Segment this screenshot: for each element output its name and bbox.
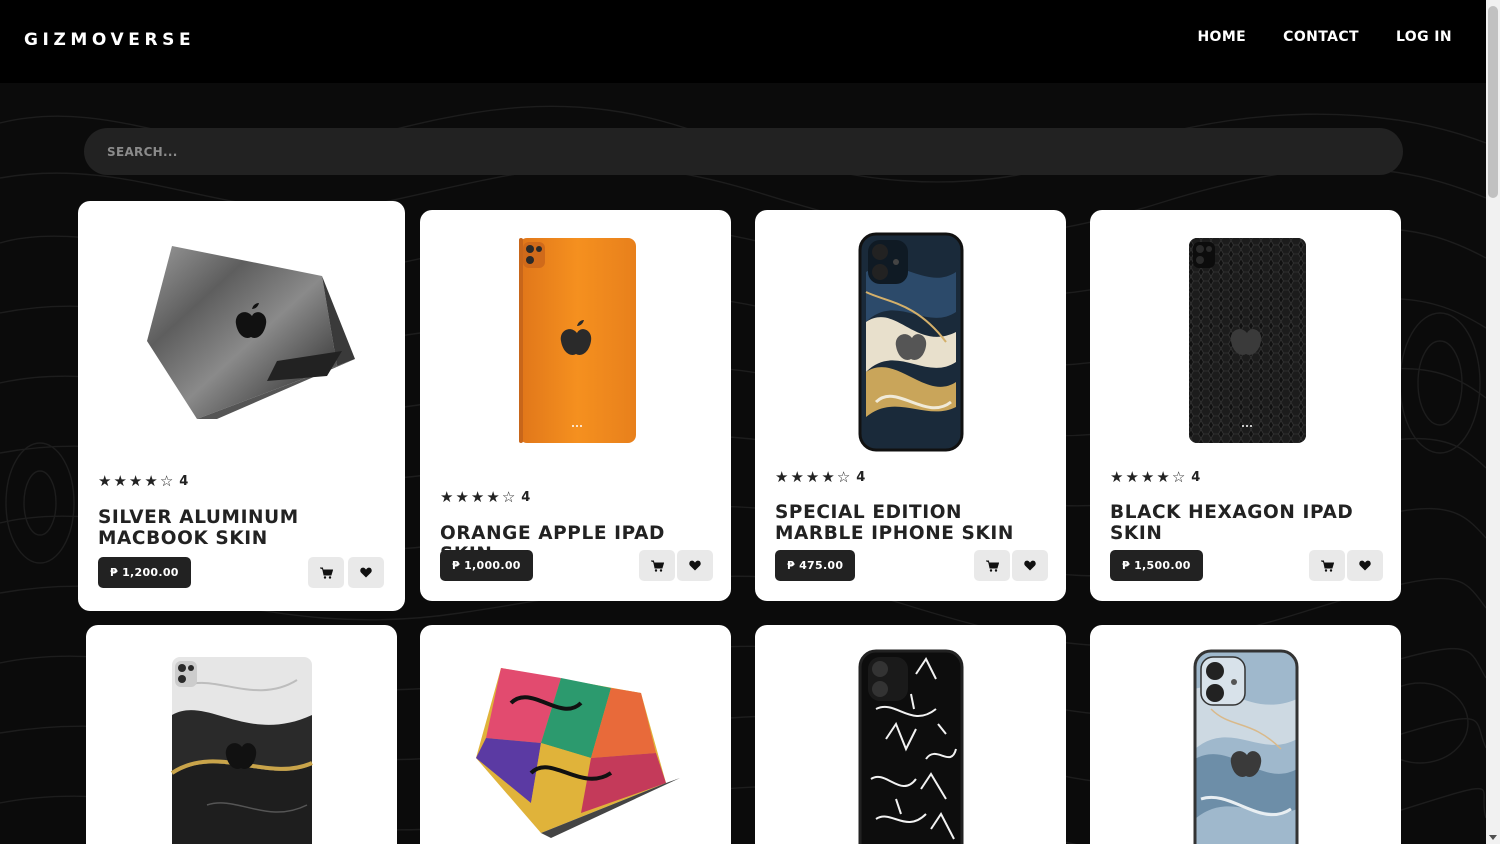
star-filled-icon: ★ bbox=[486, 488, 500, 506]
product-image bbox=[420, 663, 731, 838]
product-card[interactable]: ★ ★ ★ ★ ☆ 4 SILVER ALUMINUM MACBOOK SKIN… bbox=[78, 201, 405, 611]
heart-icon bbox=[360, 567, 372, 578]
price-tag: ₱ 1,200.00 bbox=[98, 557, 191, 588]
rating-value: 4 bbox=[1191, 470, 1201, 485]
phone-image bbox=[1193, 649, 1298, 844]
product-image bbox=[755, 649, 1066, 844]
nav-login-link[interactable]: LOG IN bbox=[1396, 29, 1452, 45]
nav-contact-link[interactable]: CONTACT bbox=[1283, 29, 1359, 45]
main-nav: HOME CONTACT LOG IN bbox=[1197, 29, 1452, 45]
brand-logo[interactable]: GIZMOVERSE bbox=[24, 30, 195, 50]
rating-value: 4 bbox=[856, 470, 866, 485]
apple-logo-icon bbox=[1230, 751, 1261, 777]
star-filled-icon: ★ bbox=[470, 488, 485, 506]
rating: ★ ★ ★ ★ ☆ 4 bbox=[1110, 468, 1201, 486]
star-filled-icon: ★ bbox=[821, 468, 835, 486]
star-filled-icon: ★ bbox=[1156, 468, 1170, 486]
price-tag: ₱ 1,500.00 bbox=[1110, 550, 1203, 581]
product-card[interactable]: ★ ★ ★ ★ ☆ 4 ORANGE APPLE IPAD SKIN ₱ 1,0… bbox=[420, 210, 731, 601]
wishlist-button[interactable] bbox=[677, 550, 713, 581]
star-empty-icon: ☆ bbox=[1171, 468, 1186, 486]
wishlist-button[interactable] bbox=[1347, 550, 1383, 581]
rating-value: 4 bbox=[179, 474, 189, 489]
top-navbar: GIZMOVERSE HOME CONTACT LOG IN bbox=[0, 0, 1486, 83]
scroll-down-arrow-icon[interactable] bbox=[1489, 835, 1497, 840]
wishlist-button[interactable] bbox=[1012, 550, 1048, 581]
product-image bbox=[86, 655, 397, 844]
star-filled-icon: ★ bbox=[805, 468, 820, 486]
star-empty-icon: ☆ bbox=[836, 468, 851, 486]
product-image bbox=[755, 232, 1066, 452]
cart-icon bbox=[319, 567, 333, 579]
add-to-cart-button[interactable] bbox=[639, 550, 675, 581]
price-tag: ₱ 1,000.00 bbox=[440, 550, 533, 581]
star-empty-icon: ☆ bbox=[159, 472, 174, 490]
product-card[interactable] bbox=[755, 625, 1066, 844]
heart-icon bbox=[689, 560, 701, 571]
price-tag: ₱ 475.00 bbox=[775, 550, 856, 581]
product-image bbox=[1090, 236, 1401, 448]
rating: ★ ★ ★ ★ ☆ 4 bbox=[98, 472, 189, 490]
page-scrollbar[interactable] bbox=[1486, 0, 1500, 844]
product-image bbox=[420, 236, 731, 448]
tablet-image bbox=[518, 238, 636, 443]
product-card[interactable] bbox=[86, 625, 397, 844]
nav-home-link[interactable]: HOME bbox=[1197, 29, 1246, 45]
apple-logo-icon bbox=[895, 334, 926, 360]
laptop-image bbox=[146, 246, 355, 419]
product-name[interactable]: BLACK HEXAGON IPAD SKIN bbox=[1110, 502, 1387, 544]
heart-icon bbox=[1024, 560, 1036, 571]
product-name[interactable]: SPECIAL EDITION MARBLE IPHONE SKIN bbox=[775, 502, 1052, 544]
cart-icon bbox=[1320, 560, 1334, 572]
search-bar bbox=[84, 128, 1403, 175]
star-filled-icon: ★ bbox=[1125, 468, 1139, 486]
product-card[interactable]: ★ ★ ★ ★ ☆ 4 BLACK HEXAGON IPAD SKIN ₱ 1,… bbox=[1090, 210, 1401, 601]
star-filled-icon: ★ bbox=[440, 488, 454, 506]
heart-icon bbox=[1359, 560, 1371, 571]
star-filled-icon: ★ bbox=[144, 472, 158, 490]
search-input[interactable] bbox=[107, 144, 1403, 159]
star-filled-icon: ★ bbox=[98, 472, 112, 490]
star-filled-icon: ★ bbox=[775, 468, 789, 486]
add-to-cart-button[interactable] bbox=[974, 550, 1010, 581]
cart-icon bbox=[985, 560, 999, 572]
product-card[interactable] bbox=[420, 625, 731, 844]
scrollbar-thumb[interactable] bbox=[1488, 6, 1498, 198]
apple-logo-icon bbox=[235, 312, 266, 338]
apple-logo-icon bbox=[1230, 329, 1261, 355]
rating-value: 4 bbox=[521, 490, 531, 505]
laptop-image bbox=[475, 668, 680, 838]
product-card[interactable]: ★ ★ ★ ★ ☆ 4 SPECIAL EDITION MARBLE IPHON… bbox=[755, 210, 1066, 601]
product-card[interactable] bbox=[1090, 625, 1401, 844]
product-image bbox=[78, 241, 405, 431]
product-name[interactable]: SILVER ALUMINUM MACBOOK SKIN bbox=[98, 507, 391, 549]
star-empty-icon: ☆ bbox=[501, 488, 516, 506]
star-filled-icon: ★ bbox=[790, 468, 804, 486]
tablet-image bbox=[170, 657, 313, 844]
star-filled-icon: ★ bbox=[1110, 468, 1124, 486]
star-filled-icon: ★ bbox=[113, 472, 127, 490]
star-filled-icon: ★ bbox=[455, 488, 469, 506]
add-to-cart-button[interactable] bbox=[308, 557, 344, 588]
add-to-cart-button[interactable] bbox=[1309, 550, 1345, 581]
wishlist-button[interactable] bbox=[348, 557, 384, 588]
product-image bbox=[1090, 649, 1401, 844]
star-filled-icon: ★ bbox=[128, 472, 143, 490]
phone-image bbox=[858, 232, 963, 452]
apple-logo-icon bbox=[560, 329, 591, 355]
cart-icon bbox=[650, 560, 664, 572]
apple-logo-icon bbox=[225, 743, 256, 769]
rating: ★ ★ ★ ★ ☆ 4 bbox=[440, 488, 531, 506]
tablet-image bbox=[1188, 238, 1306, 443]
rating: ★ ★ ★ ★ ☆ 4 bbox=[775, 468, 866, 486]
star-filled-icon: ★ bbox=[1140, 468, 1155, 486]
phone-image bbox=[858, 649, 963, 844]
